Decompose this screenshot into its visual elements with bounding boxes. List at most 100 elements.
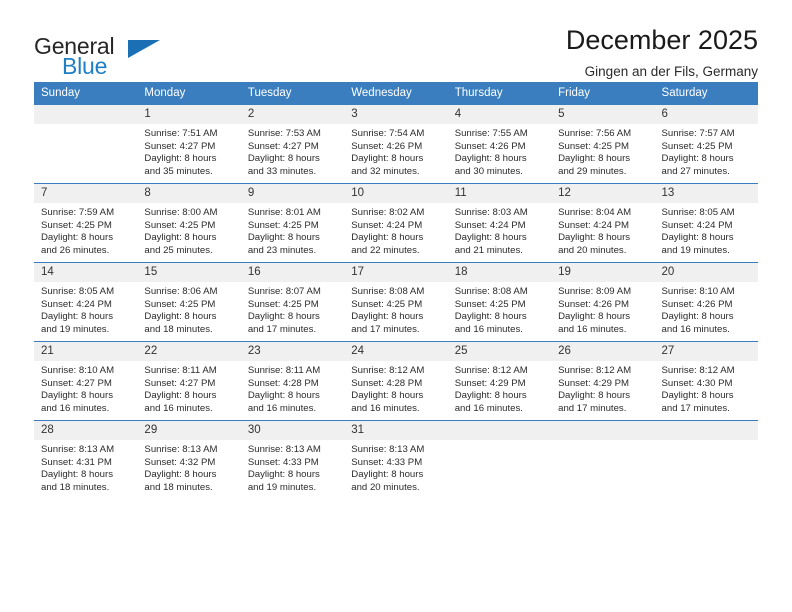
day-cell[interactable]: 2 Sunrise: 7:53 AM Sunset: 4:27 PM Daylight… xyxy=(240,105,345,184)
sunrise-text: Sunrise: 7:55 AM xyxy=(454,128,528,139)
daylight-text-line2: and 16 minutes. xyxy=(454,402,523,414)
day-cell[interactable]: 15 Sunrise: 8:06 AM Sunset: 4:25 PM Dayligh… xyxy=(137,262,241,342)
day-cell[interactable]: 30 Sunrise: 8:13 AM Sunset: 4:33 PM Dayligh… xyxy=(240,420,345,499)
daylight-text-line1: Daylight: 8 hours xyxy=(351,153,424,165)
sunset-text: Sunset: 4:27 PM xyxy=(41,377,112,389)
weekday-header-tuesday: Tuesday xyxy=(240,82,345,105)
daylight-text-line1: Daylight: 8 hours xyxy=(144,232,217,244)
day-cell[interactable]: 19 Sunrise: 8:09 AM Sunset: 4:26 PM Dayligh… xyxy=(551,262,655,342)
day-cell[interactable]: 3 Sunrise: 7:54 AM Sunset: 4:26 PM Daylight… xyxy=(344,105,448,184)
day-cell[interactable]: 25 Sunrise: 8:12 AM Sunset: 4:29 PM Dayligh… xyxy=(447,341,552,421)
day-info: Sunrise: 8:08 AM Sunset: 4:25 PM Daylight:… xyxy=(448,282,551,336)
day-cell[interactable]: 12 Sunrise: 8:04 AM Sunset: 4:24 PM Dayligh… xyxy=(551,183,655,263)
daylight-text-line1: Daylight: 8 hours xyxy=(661,153,734,165)
day-info: Sunrise: 8:10 AM Sunset: 4:27 PM Daylight:… xyxy=(34,361,137,415)
day-number xyxy=(654,421,758,440)
daylight-text-line1: Daylight: 8 hours xyxy=(41,311,113,323)
day-cell[interactable]: 26 Sunrise: 8:12 AM Sunset: 4:29 PM Dayligh… xyxy=(551,341,655,421)
day-cell[interactable]: 20 Sunrise: 8:10 AM Sunset: 4:26 PM Dayligh… xyxy=(654,262,758,342)
day-cell[interactable]: 31 Sunrise: 8:13 AM Sunset: 4:33 PM Dayligh… xyxy=(344,420,448,499)
day-cell[interactable]: 6 Sunrise: 7:57 AM Sunset: 4:25 PM Daylight… xyxy=(654,105,758,184)
daylight-text-line2: and 26 minutes. xyxy=(41,244,110,256)
day-cell[interactable]: 29 Sunrise: 8:13 AM Sunset: 4:32 PM Dayligh… xyxy=(137,420,241,499)
day-number: 7 xyxy=(34,184,138,203)
daylight-text-line2: and 17 minutes. xyxy=(661,402,730,414)
sunrise-text: Sunrise: 8:12 AM xyxy=(351,365,425,376)
day-number: 21 xyxy=(34,342,138,361)
daylight-text-line2: and 16 minutes. xyxy=(144,402,213,414)
day-cell[interactable]: 5 Sunrise: 7:56 AM Sunset: 4:25 PM Daylight… xyxy=(551,105,655,184)
day-info: Sunrise: 8:05 AM Sunset: 4:24 PM Daylight:… xyxy=(655,203,758,257)
day-info: Sunrise: 7:57 AM Sunset: 4:25 PM Daylight:… xyxy=(655,124,758,178)
sunrise-text: Sunrise: 8:02 AM xyxy=(351,207,425,218)
day-cell[interactable]: 8 Sunrise: 8:00 AM Sunset: 4:25 PM Daylight… xyxy=(137,183,241,263)
daylight-text-line1: Daylight: 8 hours xyxy=(351,232,424,244)
day-number xyxy=(551,421,655,440)
calendar-body: 1 Sunrise: 7:51 AM Sunset: 4:27 PM Daylight… xyxy=(34,105,758,499)
day-number: 12 xyxy=(551,184,655,203)
day-cell[interactable]: 14 Sunrise: 8:05 AM Sunset: 4:24 PM Dayligh… xyxy=(34,262,138,342)
weekday-header-saturday: Saturday xyxy=(654,82,758,105)
day-info: Sunrise: 8:09 AM Sunset: 4:26 PM Daylight:… xyxy=(551,282,654,336)
day-cell[interactable]: 28 Sunrise: 8:13 AM Sunset: 4:31 PM Dayligh… xyxy=(34,420,138,499)
sunrise-text: Sunrise: 8:01 AM xyxy=(247,207,321,218)
day-cell[interactable]: 22 Sunrise: 8:11 AM Sunset: 4:27 PM Dayligh… xyxy=(137,341,241,421)
sunrise-text: Sunrise: 8:11 AM xyxy=(144,365,217,376)
day-info: Sunrise: 8:05 AM Sunset: 4:24 PM Daylight:… xyxy=(34,282,137,336)
day-cell[interactable]: 7 Sunrise: 7:59 AM Sunset: 4:25 PM Daylight… xyxy=(34,183,138,263)
day-number: 25 xyxy=(447,342,552,361)
daylight-text-line2: and 16 minutes. xyxy=(247,402,317,414)
day-number: 16 xyxy=(240,263,345,282)
daylight-text-line2: and 16 minutes. xyxy=(661,323,730,335)
page-subtitle: Gingen an der Fils, Germany xyxy=(584,64,758,79)
daylight-text-line1: Daylight: 8 hours xyxy=(661,390,734,402)
day-cell[interactable]: 1 Sunrise: 7:51 AM Sunset: 4:27 PM Daylight… xyxy=(137,105,241,184)
page-header: General Blue December 2025 Gingen an der… xyxy=(34,0,758,79)
daylight-text-line1: Daylight: 8 hours xyxy=(247,390,320,402)
day-number: 4 xyxy=(447,105,552,124)
daylight-text-line1: Daylight: 8 hours xyxy=(351,311,424,323)
day-cell[interactable]: 11 Sunrise: 8:03 AM Sunset: 4:24 PM Dayligh… xyxy=(447,183,552,263)
daylight-text-line2: and 20 minutes. xyxy=(351,481,420,493)
brand-logo[interactable]: General Blue xyxy=(34,24,234,79)
sunrise-text: Sunrise: 8:11 AM xyxy=(247,365,321,376)
day-info: Sunrise: 8:12 AM Sunset: 4:28 PM Daylight:… xyxy=(344,361,447,415)
sunrise-text: Sunrise: 8:07 AM xyxy=(247,286,321,297)
day-cell[interactable]: 4 Sunrise: 7:55 AM Sunset: 4:26 PM Daylight… xyxy=(447,105,552,184)
sunset-text: Sunset: 4:25 PM xyxy=(247,219,319,231)
day-cell[interactable]: 24 Sunrise: 8:12 AM Sunset: 4:28 PM Dayligh… xyxy=(344,341,448,421)
daylight-text-line2: and 17 minutes. xyxy=(351,323,420,335)
sunset-text: Sunset: 4:29 PM xyxy=(454,377,526,389)
daylight-text-line2: and 21 minutes. xyxy=(454,244,523,256)
daylight-text-line2: and 32 minutes. xyxy=(351,165,420,177)
day-cell[interactable]: 18 Sunrise: 8:08 AM Sunset: 4:25 PM Dayligh… xyxy=(447,262,552,342)
day-info: Sunrise: 8:02 AM Sunset: 4:24 PM Daylight:… xyxy=(344,203,447,257)
day-cell-empty xyxy=(551,420,655,499)
daylight-text-line2: and 16 minutes. xyxy=(41,402,110,414)
sunset-text: Sunset: 4:26 PM xyxy=(454,140,526,152)
day-cell[interactable]: 13 Sunrise: 8:05 AM Sunset: 4:24 PM Dayligh… xyxy=(654,183,758,263)
day-cell[interactable]: 23 Sunrise: 8:11 AM Sunset: 4:28 PM Dayligh… xyxy=(240,341,345,421)
day-cell[interactable]: 10 Sunrise: 8:02 AM Sunset: 4:24 PM Dayligh… xyxy=(344,183,448,263)
sunrise-text: Sunrise: 8:09 AM xyxy=(558,286,632,297)
day-cell[interactable]: 17 Sunrise: 8:08 AM Sunset: 4:25 PM Dayligh… xyxy=(344,262,448,342)
weekday-header-thursday: Thursday xyxy=(447,82,552,105)
day-cell[interactable]: 21 Sunrise: 8:10 AM Sunset: 4:27 PM Dayligh… xyxy=(34,341,138,421)
day-number: 30 xyxy=(240,421,345,440)
weekday-header-monday: Monday xyxy=(137,82,241,105)
calendar-header-row: Sunday Monday Tuesday Wednesday Thursday Frid… xyxy=(34,82,758,105)
daylight-text-line1: Daylight: 8 hours xyxy=(247,311,320,323)
day-cell[interactable]: 16 Sunrise: 8:07 AM Sunset: 4:25 PM Dayligh… xyxy=(240,262,345,342)
day-cell[interactable]: 27 Sunrise: 8:12 AM Sunset: 4:30 PM Dayligh… xyxy=(654,341,758,421)
sunrise-text: Sunrise: 8:13 AM xyxy=(351,444,425,455)
day-info: Sunrise: 7:54 AM Sunset: 4:26 PM Daylight:… xyxy=(344,124,447,178)
sunset-text: Sunset: 4:27 PM xyxy=(144,377,216,389)
day-cell[interactable]: 9 Sunrise: 8:01 AM Sunset: 4:25 PM Daylight… xyxy=(240,183,345,263)
day-info: Sunrise: 8:10 AM Sunset: 4:26 PM Daylight:… xyxy=(655,282,758,336)
title-block: December 2025 Gingen an der Fils, German… xyxy=(566,24,758,82)
daylight-text-line2: and 17 minutes. xyxy=(247,323,317,335)
sunrise-text: Sunrise: 8:05 AM xyxy=(41,286,115,297)
day-number: 20 xyxy=(654,263,758,282)
sunrise-sunset-calendar: Sunday Monday Tuesday Wednesday Thursday Frid… xyxy=(34,82,758,499)
day-info: Sunrise: 8:08 AM Sunset: 4:25 PM Daylight:… xyxy=(344,282,447,336)
